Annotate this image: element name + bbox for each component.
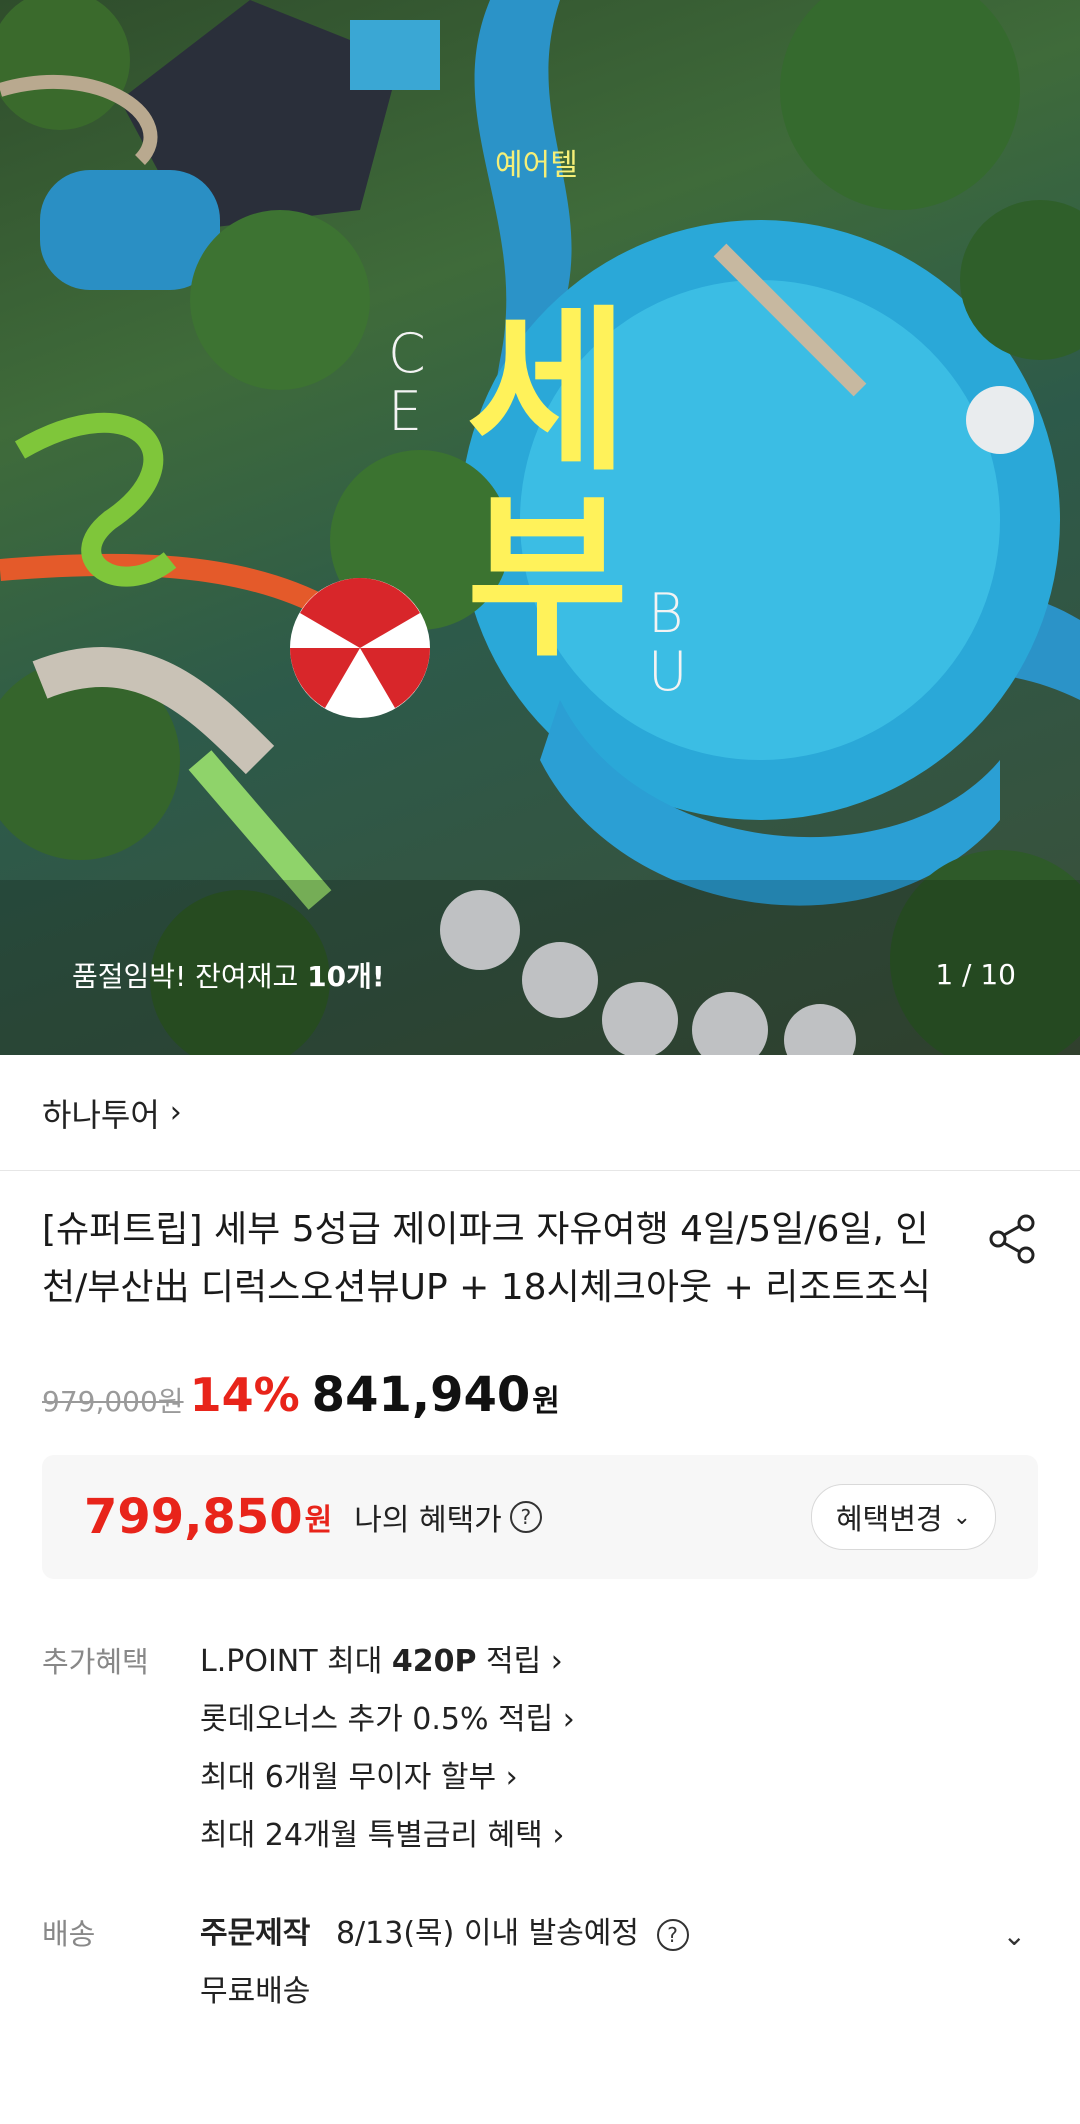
benefit-item-text: 최대 6개월 무이자 할부 › bbox=[200, 1760, 518, 1795]
share-icon[interactable] bbox=[986, 1213, 1038, 1265]
change-benefit-label: 혜택변경 bbox=[835, 1502, 943, 1536]
sale-price: 841,940 bbox=[311, 1367, 531, 1423]
benefit-label: 나의 혜택가 bbox=[354, 1503, 502, 1538]
benefit-item-suffix: 적립 › bbox=[476, 1644, 563, 1679]
destination-title-line1: 세 bbox=[466, 290, 629, 495]
benefit-price-box: 799,850 원 나의 혜택가 ? 혜택변경 ⌄ bbox=[42, 1455, 1038, 1579]
stock-count: 10개! bbox=[307, 960, 385, 993]
seller-link[interactable]: 하나투어 › bbox=[0, 1055, 1080, 1171]
destination-title: 세 부 bbox=[455, 300, 640, 672]
benefit-price: 799,850 bbox=[84, 1489, 303, 1545]
latin-ce-text: C E bbox=[388, 322, 428, 443]
shipping-section: 배송 주문제작 8/13(목) 이내 발송예정 ? 무료배송 ⌄ bbox=[0, 1905, 1080, 2021]
change-benefit-button[interactable]: 혜택변경 ⌄ bbox=[810, 1484, 996, 1550]
destination-title-line2: 부 bbox=[466, 476, 629, 681]
price-row: 979,000원 14% 841,940 원 bbox=[0, 1317, 1080, 1423]
shipping-fee: 무료배송 bbox=[200, 1974, 311, 2009]
stock-prefix: 품절임박! 잔여재고 bbox=[72, 960, 308, 993]
product-image-carousel[interactable]: 예어텔 C E 세 부 B U 품절임박! 잔여재고 10개! 1 / 10 bbox=[0, 0, 1080, 1055]
extra-benefits-section: 추가혜택 L.POINT 최대 420P 적립 › 롯데오너스 추가 0.5% … bbox=[0, 1633, 1080, 1865]
shipping-date: 8/13(목) 이내 발송예정 bbox=[335, 1916, 640, 1951]
shipping-help-icon[interactable]: ? bbox=[656, 1918, 689, 1951]
shipping-label: 배송 bbox=[42, 1917, 96, 1951]
chevron-down-icon: ⌄ bbox=[952, 1504, 971, 1530]
product-title-area: [슈퍼트립] 세부 5성급 제이파크 자유여행 4일/5일/6일, 인천/부산出… bbox=[0, 1171, 1080, 1317]
benefit-item-installment[interactable]: 최대 6개월 무이자 할부 › bbox=[200, 1749, 1038, 1807]
hotel-brand-text: 예어텔 bbox=[495, 148, 578, 183]
help-icon[interactable]: ? bbox=[509, 1501, 542, 1533]
chevron-right-icon: › bbox=[169, 1095, 182, 1130]
discount-rate: 14% bbox=[189, 1368, 300, 1422]
original-price: 979,000원 bbox=[42, 1385, 184, 1418]
benefit-item-bold: 420P bbox=[391, 1644, 477, 1679]
shipping-type: 주문제작 bbox=[200, 1916, 311, 1951]
latin-bu-text: B U bbox=[648, 582, 688, 703]
benefit-item-lpoint[interactable]: L.POINT 최대 420P 적립 › bbox=[200, 1633, 1038, 1691]
image-counter: 1 / 10 bbox=[935, 958, 1016, 991]
benefit-price-unit: 원 bbox=[304, 1503, 333, 1538]
seller-name: 하나투어 bbox=[42, 1095, 160, 1134]
product-title: [슈퍼트립] 세부 5성급 제이파크 자유여행 4일/5일/6일, 인천/부산出… bbox=[42, 1209, 931, 1308]
benefit-item-text: 롯데오너스 추가 0.5% 적립 › bbox=[200, 1702, 575, 1737]
benefit-item-lotte-owners[interactable]: 롯데오너스 추가 0.5% 적립 › bbox=[200, 1691, 1038, 1749]
benefit-item-special-rate[interactable]: 최대 24개월 특별금리 혜택 › bbox=[200, 1807, 1038, 1865]
benefit-item-text: L.POINT 최대 bbox=[200, 1644, 392, 1679]
sale-price-unit: 원 bbox=[532, 1384, 560, 1419]
expand-chevron-icon[interactable]: ⌄ bbox=[1003, 1919, 1026, 1952]
stock-notice: 품절임박! 잔여재고 10개! bbox=[72, 955, 385, 995]
extra-benefits-label: 추가혜택 bbox=[42, 1645, 149, 1679]
benefit-item-text: 최대 24개월 특별금리 혜택 › bbox=[200, 1818, 565, 1853]
